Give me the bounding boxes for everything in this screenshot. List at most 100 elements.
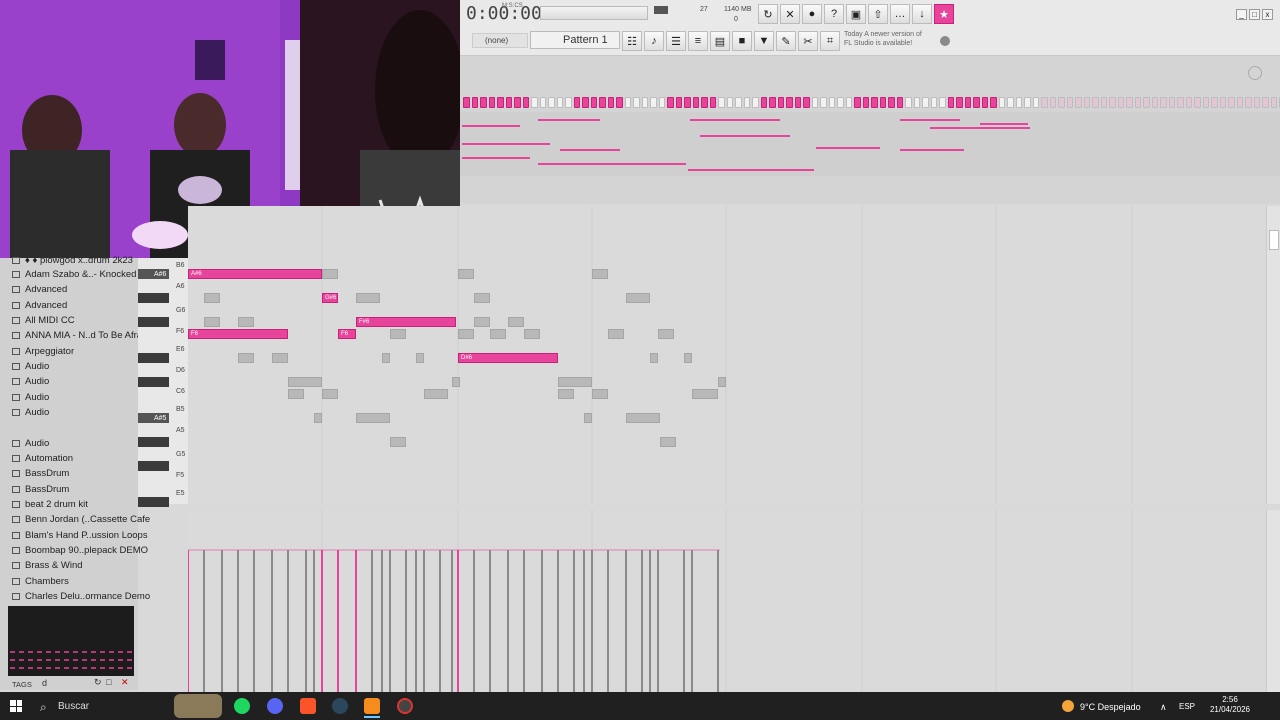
minimize-icon[interactable]: _ — [1236, 9, 1247, 20]
browser-item[interactable]: BassDrum — [12, 484, 69, 495]
pattern-block[interactable] — [939, 97, 946, 108]
piano-roll-icon[interactable]: ♪ — [644, 31, 664, 51]
browser-item[interactable]: BassDrum — [12, 468, 69, 479]
help-icon[interactable]: ? — [824, 4, 844, 24]
pattern-block[interactable] — [514, 97, 521, 108]
discord-icon[interactable] — [267, 698, 283, 714]
pattern-block[interactable] — [463, 97, 470, 108]
pattern-block[interactable] — [692, 97, 699, 108]
pattern-block[interactable] — [522, 97, 529, 108]
pattern-block[interactable] — [531, 97, 538, 108]
wait-icon[interactable]: ✕ — [780, 4, 800, 24]
black-key[interactable] — [138, 377, 169, 387]
pattern-block[interactable] — [633, 97, 640, 108]
pattern-block[interactable] — [709, 97, 716, 108]
browser-item[interactable]: Charles Delu..ormance Demo — [12, 591, 150, 602]
pattern-block[interactable] — [1007, 97, 1014, 108]
browser-item[interactable]: Blam's Hand P..ussion Loops — [12, 530, 148, 541]
pattern-block[interactable] — [548, 97, 555, 108]
browser-item[interactable]: Audio — [12, 438, 49, 449]
obs-icon[interactable] — [397, 698, 413, 714]
pattern-block[interactable] — [1092, 97, 1099, 108]
pattern-block[interactable] — [1117, 97, 1124, 108]
brave-icon[interactable] — [300, 698, 316, 714]
pattern-block[interactable] — [1270, 97, 1277, 108]
browser-item[interactable]: Automation — [12, 453, 73, 464]
pattern-block[interactable] — [837, 97, 844, 108]
pattern-block[interactable] — [811, 97, 818, 108]
pattern-block[interactable] — [854, 97, 861, 108]
widgets-icon[interactable] — [174, 694, 222, 718]
pattern-block[interactable] — [1219, 97, 1226, 108]
browser-item[interactable]: Audio — [12, 392, 49, 403]
pattern-block[interactable] — [650, 97, 657, 108]
browser-item[interactable]: beat 2 drum kit — [12, 499, 88, 510]
pattern-block[interactable] — [718, 97, 725, 108]
pattern-block[interactable] — [1262, 97, 1269, 108]
pattern-block[interactable] — [1236, 97, 1243, 108]
note[interactable]: G#6 — [322, 293, 338, 303]
microphone-icon[interactable]: ● — [802, 4, 822, 24]
pattern-block[interactable] — [1168, 97, 1175, 108]
piano-roll-grid[interactable]: A#6 G#6 F#6 F6 F6 D#6 — [188, 206, 1266, 504]
pattern-block[interactable] — [1177, 97, 1184, 108]
song-time-display[interactable]: 0:00:00 — [466, 3, 542, 27]
pattern-block[interactable] — [1126, 97, 1133, 108]
pattern-block[interactable] — [1143, 97, 1150, 108]
windows-start-icon[interactable] — [10, 700, 22, 712]
pattern-block[interactable] — [964, 97, 971, 108]
fl-studio-icon[interactable] — [364, 698, 380, 714]
clear-icon[interactable]: ✕ — [121, 677, 129, 688]
pattern-block[interactable] — [1024, 97, 1031, 108]
scroll-thumb[interactable] — [1269, 230, 1279, 250]
browser-item[interactable]: Audio — [12, 407, 49, 418]
pattern-block[interactable] — [1015, 97, 1022, 108]
pattern-block[interactable] — [497, 97, 504, 108]
snap-selector[interactable]: (none) — [472, 33, 528, 48]
pattern-block[interactable] — [956, 97, 963, 108]
pattern-block[interactable] — [684, 97, 691, 108]
piano-roll-scrollbar[interactable] — [1266, 206, 1280, 504]
pattern-block[interactable] — [752, 97, 759, 108]
black-key[interactable] — [138, 293, 169, 303]
pattern-block[interactable] — [480, 97, 487, 108]
pattern-block[interactable] — [1109, 97, 1116, 108]
pattern-block[interactable] — [1058, 97, 1065, 108]
browser-item[interactable]: ♦ ♦ plowgod x..drum 2k23 — [12, 255, 133, 266]
browser-item[interactable]: Boombap 90..plepack DEMO — [12, 545, 148, 556]
scissors-icon[interactable]: ✂ — [798, 31, 818, 51]
fl-logo-icon[interactable]: ★ — [934, 4, 954, 24]
pattern-block[interactable] — [1194, 97, 1201, 108]
pattern-block[interactable] — [1202, 97, 1209, 108]
pattern-block[interactable] — [1245, 97, 1252, 108]
note[interactable]: F6 — [338, 329, 356, 339]
pencil-icon[interactable]: ✎ — [776, 31, 796, 51]
pattern-block[interactable] — [616, 97, 623, 108]
pattern-block[interactable] — [556, 97, 563, 108]
pattern-block[interactable] — [471, 97, 478, 108]
pattern-block[interactable] — [871, 97, 878, 108]
pattern-block[interactable] — [1041, 97, 1048, 108]
browser-item[interactable]: Advanced — [12, 284, 67, 295]
browser-item[interactable]: Brass & Wind — [12, 560, 83, 571]
steam-icon[interactable] — [332, 698, 348, 714]
browser-item[interactable]: Adam Szabo &..- Knocked Out — [12, 269, 154, 280]
piano-keyboard[interactable] — [138, 258, 188, 507]
pattern-blocks[interactable] — [463, 97, 1280, 109]
pattern-block[interactable] — [973, 97, 980, 108]
playlist-zoom-icon[interactable] — [1248, 66, 1262, 80]
cart-icon[interactable]: ⌗ — [820, 31, 840, 51]
pattern-block[interactable] — [922, 97, 929, 108]
note[interactable]: A#6 — [188, 269, 322, 279]
velocity-lane[interactable] — [188, 510, 1266, 692]
pattern-block[interactable] — [641, 97, 648, 108]
pattern-block[interactable] — [1151, 97, 1158, 108]
refresh-icon[interactable]: ↻ — [94, 677, 102, 688]
export-icon[interactable]: ⇧ — [868, 4, 888, 24]
pattern-block[interactable] — [565, 97, 572, 108]
pattern-block[interactable] — [760, 97, 767, 108]
pattern-block[interactable] — [879, 97, 886, 108]
pattern-block[interactable] — [701, 97, 708, 108]
folder-add-icon[interactable]: □ — [106, 677, 111, 687]
taskbar-clock[interactable]: 2:56 21/04/2026 — [1200, 695, 1260, 715]
